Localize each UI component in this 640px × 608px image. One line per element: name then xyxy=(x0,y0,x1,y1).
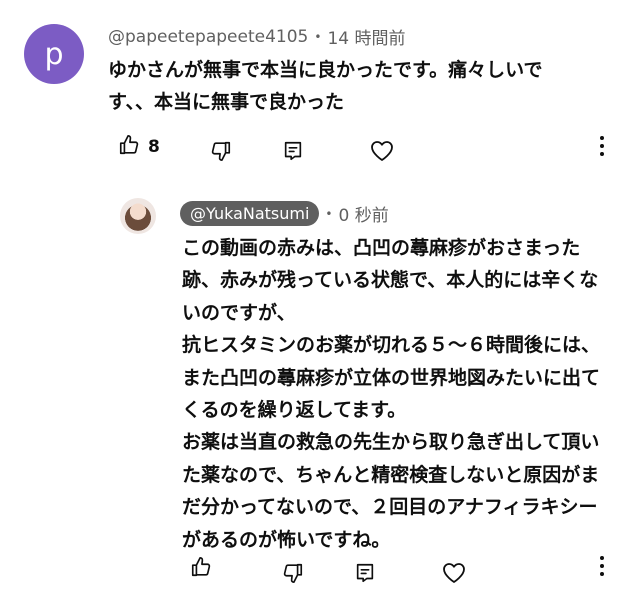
comment-line: す、、本当に無事で良かった xyxy=(108,91,344,113)
heart-icon xyxy=(370,140,394,166)
reply-line: だ分かってないので、２回目のアナフィラキシー xyxy=(182,496,598,519)
comment-body: ゆかさんが無事で本当に良かったです。痛々しいで す、、本当に無事で良かった xyxy=(108,54,608,118)
reply-line: があるのが怖いですね。 xyxy=(182,528,391,551)
avatar[interactable]: p xyxy=(24,24,84,84)
reply-icon xyxy=(282,140,304,166)
reply-line: いのですが、 xyxy=(182,301,296,324)
meta-separator: • xyxy=(325,206,333,221)
reply-heart-button[interactable] xyxy=(442,562,466,588)
dislike-button[interactable] xyxy=(210,140,232,166)
meta-separator: • xyxy=(314,29,322,44)
more-vert-icon xyxy=(600,136,604,140)
like-button[interactable]: 8 xyxy=(118,134,160,160)
reply-reply-button[interactable] xyxy=(354,562,376,588)
reply-line: 跡、赤みが残っている状態で、本人的には辛くな xyxy=(182,269,599,292)
reply-meta: @YukaNatsumi • 0 秒前 xyxy=(180,201,389,226)
reply-like-button[interactable] xyxy=(190,556,212,582)
more-vert-icon xyxy=(600,556,604,560)
reply-line: また凸凹の蕁麻疹が立体の世界地図みたいに出て xyxy=(182,366,601,389)
reply-button[interactable] xyxy=(282,140,304,166)
heart-button[interactable] xyxy=(370,140,394,166)
like-icon xyxy=(118,134,140,160)
reply-icon xyxy=(354,562,376,588)
comment-line: ゆかさんが無事で本当に良かったです。痛々しいで xyxy=(108,59,543,81)
reply-dislike-button[interactable] xyxy=(282,562,304,588)
reply-line: 抗ヒスタミンのお薬が切れる５〜６時間後には、 xyxy=(182,334,601,357)
dislike-icon xyxy=(282,562,304,588)
reply-body: この動画の赤みは、凸凹の蕁麻疹がおさまった 跡、赤みが残っている状態で、本人的に… xyxy=(182,232,622,556)
reply-line: お薬は当直の救急の先生から取り急ぎ出して頂い xyxy=(182,431,600,454)
comment-meta: @papeetepapeete4105 • 14 時間前 xyxy=(108,24,406,50)
comment-author[interactable]: @papeetepapeete4105 xyxy=(108,27,308,47)
more-options-button[interactable] xyxy=(596,136,608,156)
like-count: 8 xyxy=(148,137,160,157)
reply-avatar[interactable] xyxy=(120,198,156,234)
heart-icon xyxy=(442,562,466,588)
comment-time: 14 時間前 xyxy=(327,29,406,49)
like-icon xyxy=(190,556,212,582)
dislike-icon xyxy=(210,140,232,166)
reply-more-options-button[interactable] xyxy=(596,556,608,576)
reply-line: くるのを繰り返してます。 xyxy=(182,399,407,422)
reply-author-chip[interactable]: @YukaNatsumi xyxy=(180,201,320,226)
reply-time: 0 秒前 xyxy=(338,206,389,226)
reply-line: た薬なので、ちゃんと精密検査しないと原因がま xyxy=(182,463,600,486)
reply-line: この動画の赤みは、凸凹の蕁麻疹がおさまった xyxy=(182,237,581,259)
